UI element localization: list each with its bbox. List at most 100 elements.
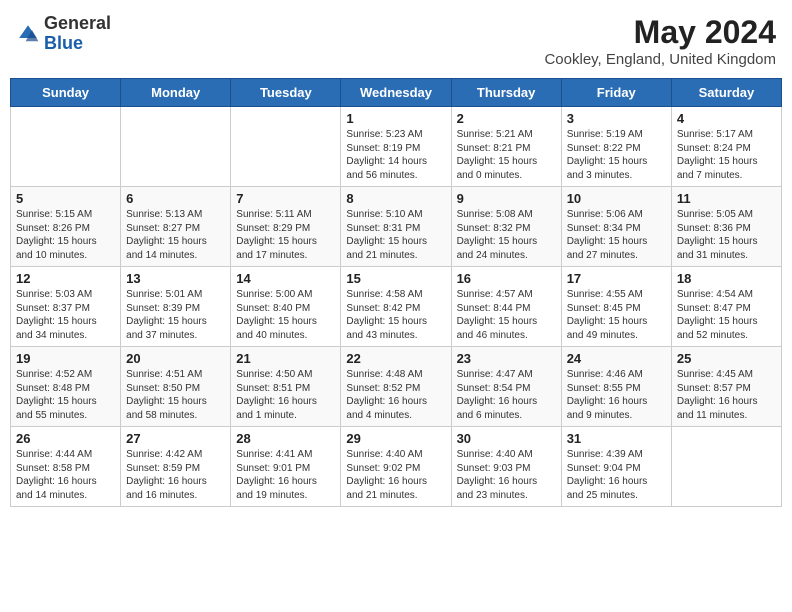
weekday-header-thursday: Thursday — [451, 79, 561, 107]
calendar-cell: 7Sunrise: 5:11 AMSunset: 8:29 PMDaylight… — [231, 187, 341, 267]
day-info: Sunrise: 4:39 AMSunset: 9:04 PMDaylight:… — [567, 448, 666, 502]
logo: General Blue — [16, 14, 111, 54]
day-number: 18 — [677, 271, 776, 286]
calendar-cell: 24 Sunrise: 4:46 AMSunset: 8:55 PMDayligh… — [561, 347, 671, 427]
day-info: Sunrise: 5:03 AMSunset: 8:37 PMDaylight:… — [16, 288, 115, 342]
logo-text: General Blue — [44, 14, 111, 54]
calendar-cell: 17 Sunrise: 4:55 AMSunset: 8:45 PMDayligh… — [561, 267, 671, 347]
calendar-cell: 23 Sunrise: 4:47 AMSunset: 8:54 PMDayligh… — [451, 347, 561, 427]
calendar-cell — [671, 427, 781, 507]
day-info: Sunrise: 4:58 AMSunset: 8:42 PMDaylight:… — [346, 288, 445, 342]
calendar-cell: 8 Sunrise: 5:10 AMSunset: 8:31 PMDaylight… — [341, 187, 451, 267]
day-info: Sunrise: 5:19 AMSunset: 8:22 PMDaylight:… — [567, 128, 666, 182]
calendar-cell: 15 Sunrise: 4:58 AMSunset: 8:42 PMDayligh… — [341, 267, 451, 347]
day-info: Sunrise: 4:47 AMSunset: 8:54 PMDaylight:… — [457, 368, 556, 422]
calendar-cell: 30Sunrise: 4:40 AMSunset: 9:03 PMDayligh… — [451, 427, 561, 507]
calendar-cell: 3 Sunrise: 5:19 AMSunset: 8:22 PMDaylight… — [561, 107, 671, 187]
calendar-cell — [231, 107, 341, 187]
day-info: Sunrise: 4:46 AMSunset: 8:55 PMDaylight:… — [567, 368, 666, 422]
location: Cookley, England, United Kingdom — [544, 51, 776, 68]
day-number: 10 — [567, 191, 666, 206]
calendar-cell: 29 Sunrise: 4:40 AMSunset: 9:02 PMDayligh… — [341, 427, 451, 507]
day-info: Sunrise: 5:08 AMSunset: 8:32 PMDaylight:… — [457, 208, 556, 262]
day-number: 26 — [16, 431, 115, 446]
calendar-week-row: 26 Sunrise: 4:44 AMSunset: 8:58 PMDayligh… — [11, 427, 782, 507]
day-number: 23 — [457, 351, 556, 366]
day-number: 24 — [567, 351, 666, 366]
day-info: Sunrise: 4:55 AMSunset: 8:45 PMDaylight:… — [567, 288, 666, 342]
calendar-cell: 14 Sunrise: 5:00 AMSunset: 8:40 PMDayligh… — [231, 267, 341, 347]
calendar-cell: 21 Sunrise: 4:50 AMSunset: 8:51 PMDayligh… — [231, 347, 341, 427]
calendar-cell: 6Sunrise: 5:13 AMSunset: 8:27 PMDaylight… — [121, 187, 231, 267]
calendar-week-row: 5 Sunrise: 5:15 AMSunset: 8:26 PMDaylight… — [11, 187, 782, 267]
weekday-header-wednesday: Wednesday — [341, 79, 451, 107]
weekday-header-monday: Monday — [121, 79, 231, 107]
day-number: 5 — [16, 191, 115, 206]
day-number: 21 — [236, 351, 335, 366]
calendar-cell: 25Sunrise: 4:45 AMSunset: 8:57 PMDayligh… — [671, 347, 781, 427]
day-number: 14 — [236, 271, 335, 286]
calendar-cell: 12 Sunrise: 5:03 AMSunset: 8:37 PMDayligh… — [11, 267, 121, 347]
weekday-header-saturday: Saturday — [671, 79, 781, 107]
day-info: Sunrise: 5:15 AMSunset: 8:26 PMDaylight:… — [16, 208, 115, 262]
calendar-cell: 18 Sunrise: 4:54 AMSunset: 8:47 PMDayligh… — [671, 267, 781, 347]
day-info: Sunrise: 4:50 AMSunset: 8:51 PMDaylight:… — [236, 368, 335, 422]
day-info: Sunrise: 5:06 AMSunset: 8:34 PMDaylight:… — [567, 208, 666, 262]
day-info: Sunrise: 5:10 AMSunset: 8:31 PMDaylight:… — [346, 208, 445, 262]
day-info: Sunrise: 4:41 AMSunset: 9:01 PMDaylight:… — [236, 448, 335, 502]
day-info: Sunrise: 5:11 AMSunset: 8:29 PMDaylight:… — [236, 208, 335, 262]
day-number: 3 — [567, 111, 666, 126]
day-number: 15 — [346, 271, 445, 286]
day-number: 29 — [346, 431, 445, 446]
day-number: 13 — [126, 271, 225, 286]
day-number: 6 — [126, 191, 225, 206]
day-number: 22 — [346, 351, 445, 366]
calendar-cell: 19Sunrise: 4:52 AMSunset: 8:48 PMDayligh… — [11, 347, 121, 427]
month-title: May 2024 — [544, 14, 776, 51]
calendar-cell: 2Sunrise: 5:21 AMSunset: 8:21 PMDaylight… — [451, 107, 561, 187]
page-header: General Blue May 2024 Cookley, England, … — [10, 10, 782, 72]
weekday-header-tuesday: Tuesday — [231, 79, 341, 107]
day-info: Sunrise: 5:21 AMSunset: 8:21 PMDaylight:… — [457, 128, 556, 182]
weekday-header-sunday: Sunday — [11, 79, 121, 107]
day-number: 20 — [126, 351, 225, 366]
day-number: 17 — [567, 271, 666, 286]
calendar-week-row: 1 Sunrise: 5:23 AMSunset: 8:19 PMDaylight… — [11, 107, 782, 187]
calendar-cell: 10 Sunrise: 5:06 AMSunset: 8:34 PMDayligh… — [561, 187, 671, 267]
calendar-table: SundayMondayTuesdayWednesdayThursdayFrid… — [10, 78, 782, 507]
calendar-cell: 11Sunrise: 5:05 AMSunset: 8:36 PMDayligh… — [671, 187, 781, 267]
calendar-week-row: 12 Sunrise: 5:03 AMSunset: 8:37 PMDayligh… — [11, 267, 782, 347]
calendar-cell: 13 Sunrise: 5:01 AMSunset: 8:39 PMDayligh… — [121, 267, 231, 347]
day-number: 8 — [346, 191, 445, 206]
day-info: Sunrise: 5:00 AMSunset: 8:40 PMDaylight:… — [236, 288, 335, 342]
calendar-cell: 26 Sunrise: 4:44 AMSunset: 8:58 PMDayligh… — [11, 427, 121, 507]
day-info: Sunrise: 4:42 AMSunset: 8:59 PMDaylight:… — [126, 448, 225, 502]
day-info: Sunrise: 4:51 AMSunset: 8:50 PMDaylight:… — [126, 368, 225, 422]
day-number: 1 — [346, 111, 445, 126]
day-number: 12 — [16, 271, 115, 286]
calendar-cell: 5 Sunrise: 5:15 AMSunset: 8:26 PMDaylight… — [11, 187, 121, 267]
calendar-cell: 1 Sunrise: 5:23 AMSunset: 8:19 PMDaylight… — [341, 107, 451, 187]
logo-icon — [16, 22, 40, 46]
calendar-cell — [121, 107, 231, 187]
day-info: Sunrise: 4:52 AMSunset: 8:48 PMDaylight:… — [16, 368, 115, 422]
weekday-header-row: SundayMondayTuesdayWednesdayThursdayFrid… — [11, 79, 782, 107]
calendar-cell: 22Sunrise: 4:48 AMSunset: 8:52 PMDayligh… — [341, 347, 451, 427]
weekday-header-friday: Friday — [561, 79, 671, 107]
calendar-week-row: 19Sunrise: 4:52 AMSunset: 8:48 PMDayligh… — [11, 347, 782, 427]
calendar-cell: 28 Sunrise: 4:41 AMSunset: 9:01 PMDayligh… — [231, 427, 341, 507]
day-info: Sunrise: 4:44 AMSunset: 8:58 PMDaylight:… — [16, 448, 115, 502]
day-number: 31 — [567, 431, 666, 446]
day-info: Sunrise: 4:54 AMSunset: 8:47 PMDaylight:… — [677, 288, 776, 342]
day-number: 4 — [677, 111, 776, 126]
day-info: Sunrise: 4:40 AMSunset: 9:02 PMDaylight:… — [346, 448, 445, 502]
day-number: 28 — [236, 431, 335, 446]
day-info: Sunrise: 5:01 AMSunset: 8:39 PMDaylight:… — [126, 288, 225, 342]
day-info: Sunrise: 5:23 AMSunset: 8:19 PMDaylight:… — [346, 128, 445, 182]
calendar-cell: 20 Sunrise: 4:51 AMSunset: 8:50 PMDayligh… — [121, 347, 231, 427]
calendar-cell: 31 Sunrise: 4:39 AMSunset: 9:04 PMDayligh… — [561, 427, 671, 507]
title-block: May 2024 Cookley, England, United Kingdo… — [544, 14, 776, 68]
day-info: Sunrise: 5:17 AMSunset: 8:24 PMDaylight:… — [677, 128, 776, 182]
day-number: 11 — [677, 191, 776, 206]
day-number: 27 — [126, 431, 225, 446]
